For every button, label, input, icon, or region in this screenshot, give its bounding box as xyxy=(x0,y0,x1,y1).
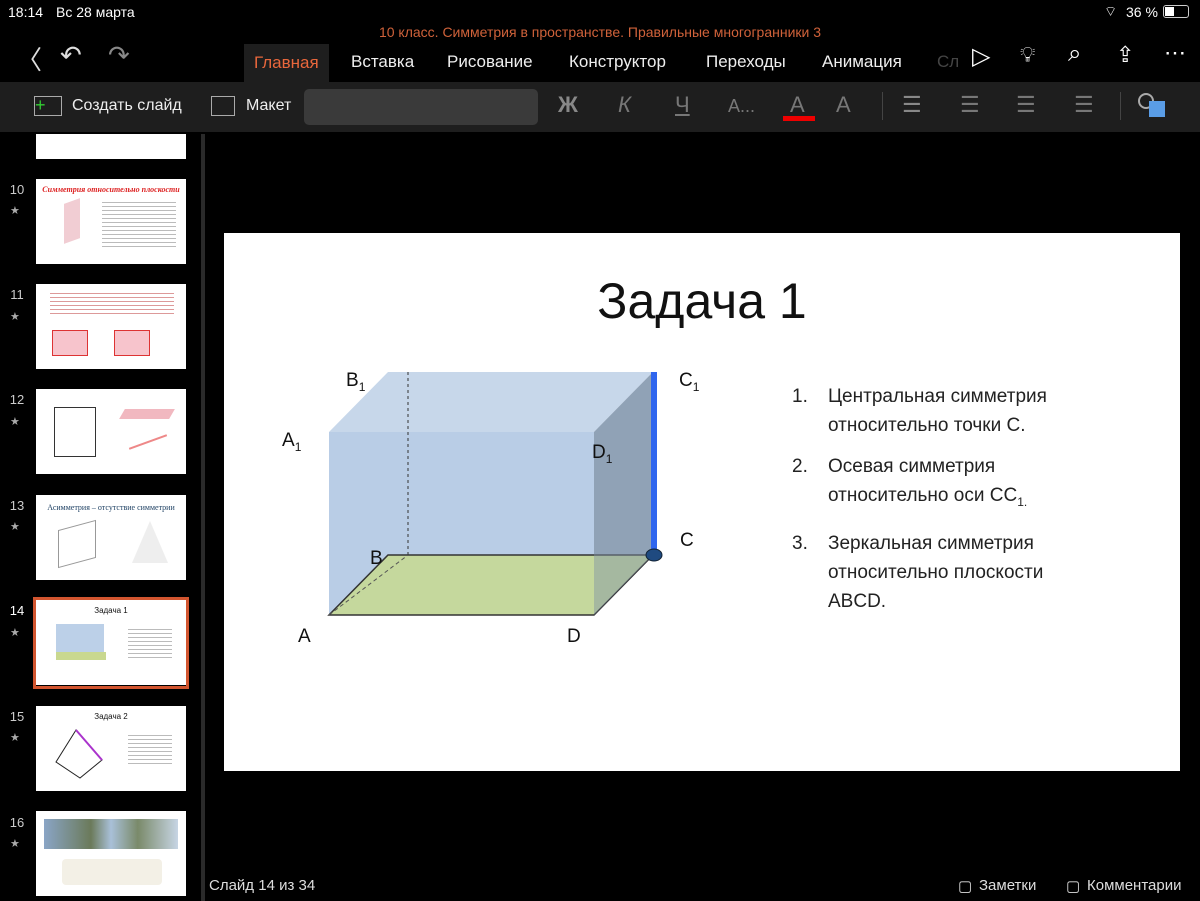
task-list[interactable]: 1. Центральная симметрия относительно точк… xyxy=(792,382,1047,628)
comment-icon[interactable]: ▢ xyxy=(1066,877,1080,895)
task-item: 1. Центральная симметрия относительно точк… xyxy=(792,386,1047,436)
slide-counter: Слайд 14 из 34 xyxy=(209,877,316,894)
task-item: 2. Осевая симметрия относительно оси СС1. xyxy=(792,456,1028,509)
label-d: D xyxy=(567,626,581,647)
label-c1: C1 xyxy=(679,370,700,394)
label-b: B xyxy=(370,548,383,569)
label-a: A xyxy=(298,626,311,647)
task-item: 3. Зеркальная симметрия относительно плоск… xyxy=(792,532,1044,612)
point-c xyxy=(645,548,663,562)
label-c: C xyxy=(680,530,694,551)
comments-button[interactable]: Комментарии xyxy=(1087,877,1181,894)
label-b1: B1 xyxy=(346,370,366,394)
notes-icon[interactable]: ▢ xyxy=(958,877,972,895)
label-d1: D1 xyxy=(592,442,613,466)
notes-button[interactable]: Заметки xyxy=(979,877,1036,894)
label-a1: A1 xyxy=(282,430,302,454)
